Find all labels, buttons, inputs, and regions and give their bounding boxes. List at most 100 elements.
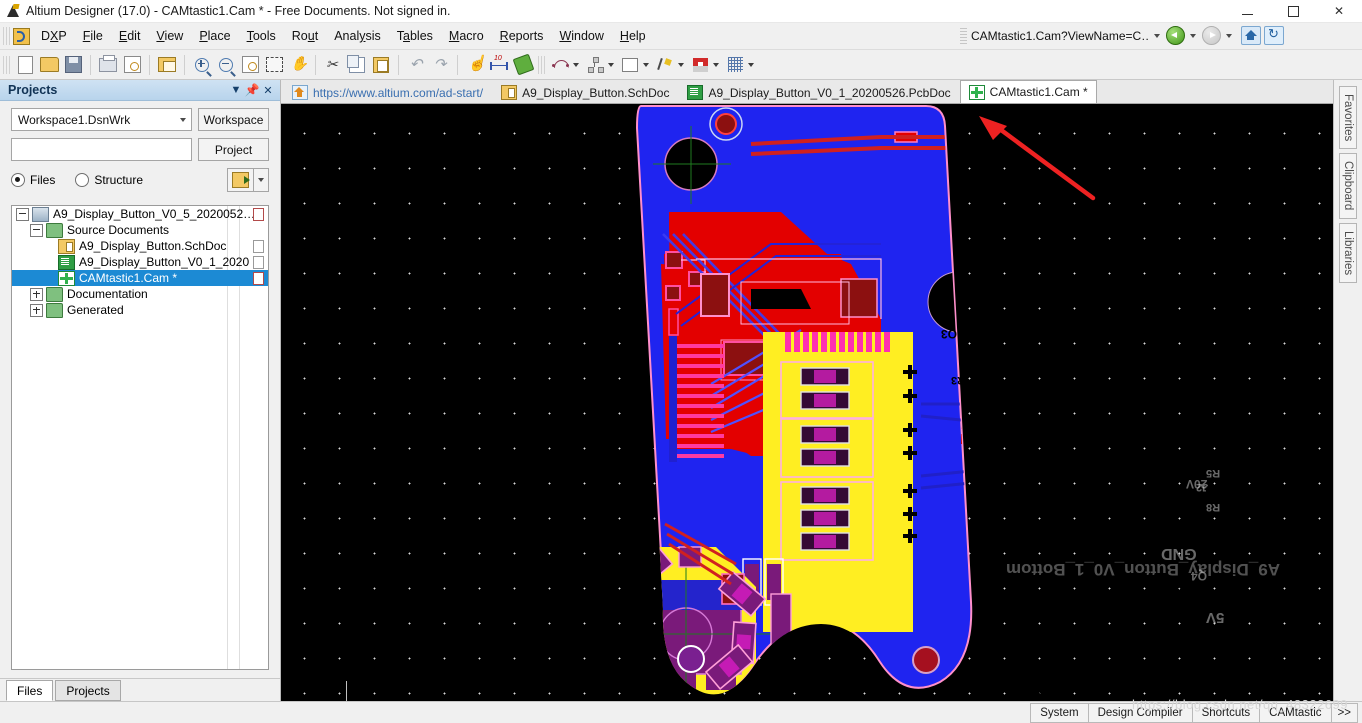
toolbar-drag-grip[interactable] [3, 55, 11, 74]
menu-drag-grip[interactable] [3, 27, 11, 45]
tree-item[interactable]: A9_Display_Button_V0_1_2020 [12, 254, 268, 270]
tree-expander-plus-icon[interactable] [30, 287, 43, 301]
menu-item-view[interactable]: View [148, 26, 191, 46]
menu-item-tools[interactable]: Tools [239, 26, 284, 46]
menu-item-edit[interactable]: Edit [111, 26, 149, 46]
menu-item-analysis[interactable]: Analysis [326, 26, 389, 46]
tile-windows-button[interactable] [155, 53, 179, 76]
document-tab[interactable]: CAMtastic1.Cam * [959, 80, 1097, 103]
drill-tool-button[interactable] [653, 53, 677, 76]
copy-button[interactable] [345, 53, 369, 76]
grid-button[interactable] [723, 53, 747, 76]
menu-item-macro[interactable]: Macro [441, 26, 492, 46]
navigate-forward-button[interactable] [1202, 26, 1221, 45]
menu-item-reports[interactable]: Reports [492, 26, 552, 46]
panel-pin-icon[interactable]: 📌 [244, 82, 260, 98]
menu-item-dxp[interactable]: DXP [33, 26, 75, 46]
tree-item[interactable]: Documentation [12, 286, 268, 302]
place-rectangle-button[interactable] [618, 53, 642, 76]
toolbar-drag-grip-2[interactable] [538, 55, 546, 74]
menu-item-tables[interactable]: Tables [389, 26, 441, 46]
menu-item-file[interactable]: File [75, 26, 111, 46]
menu-item-place[interactable]: Place [191, 26, 238, 46]
workspace-combo[interactable]: Workspace1.DsnWrk [11, 108, 192, 131]
status-button-camtastic[interactable]: CAMtastic [1259, 702, 1331, 723]
place-node-dropdown-icon[interactable] [608, 62, 614, 67]
netlist-pad-dropdown-icon[interactable] [713, 62, 719, 67]
hand-pan-button[interactable] [286, 53, 310, 76]
navigate-back-button[interactable] [1166, 26, 1185, 45]
refresh-button[interactable] [1264, 26, 1284, 45]
tree-item[interactable]: Source Documents [12, 222, 268, 238]
panel-tab-files[interactable]: Files [6, 680, 54, 701]
redo-button[interactable]: ↷ [428, 53, 452, 76]
netlist-pad-button[interactable] [688, 53, 712, 76]
zoom-fit-button[interactable] [238, 53, 262, 76]
panel-dropdown-button[interactable]: ▼ [228, 82, 244, 98]
save-button[interactable] [61, 53, 85, 76]
tree-expander-minus-icon[interactable] [30, 223, 43, 237]
measure-ruler-button[interactable] [487, 53, 511, 76]
cam-canvas-container[interactable]: P2 R32 5V J1 Q3 R3 J3 D1 D4 D6 D8 D10 D12 D29 R1 R4 R6 R8… [281, 104, 1333, 701]
panel-close-button[interactable]: ✕ [260, 82, 276, 98]
minimize-button[interactable] [1224, 0, 1270, 22]
project-button[interactable]: Project [198, 138, 269, 161]
drill-tool-dropdown-icon[interactable] [678, 62, 684, 67]
address-dropdown-icon[interactable] [1154, 33, 1160, 38]
tree-expander-plus-icon[interactable] [30, 303, 43, 317]
status-button-system[interactable]: System [1030, 702, 1088, 723]
dock-tab-favorites[interactable]: Favorites [1339, 86, 1357, 150]
tree-item[interactable]: A9_Display_Button.SchDoc [12, 238, 268, 254]
place-arc-button[interactable] [548, 53, 572, 76]
address-drag-grip[interactable] [960, 27, 967, 44]
project-input[interactable] [11, 138, 192, 161]
pointer-select-button[interactable] [463, 53, 487, 76]
home-button[interactable] [1241, 26, 1261, 45]
document-tab[interactable]: A9_Display_Button_V0_1_20200526.PcbDoc [678, 81, 959, 103]
cut-button[interactable] [321, 53, 345, 76]
document-tab[interactable]: A9_Display_Button.SchDoc [492, 81, 678, 103]
dock-tab-clipboard[interactable]: Clipboard [1339, 153, 1357, 219]
status-more-button[interactable]: >> [1330, 702, 1358, 723]
menu-item-rout[interactable]: Rout [284, 26, 326, 46]
grid-dropdown-icon[interactable] [748, 62, 754, 67]
address-input[interactable]: CAMtastic1.Cam?ViewName=C… [971, 29, 1149, 43]
zoom-out-button[interactable] [214, 53, 238, 76]
open-document-button[interactable] [37, 53, 61, 76]
maximize-button[interactable] [1270, 0, 1316, 22]
status-button-shortcuts[interactable]: Shortcuts [1191, 702, 1260, 723]
back-history-dropdown-icon[interactable] [1190, 33, 1196, 38]
open-project-dropdown[interactable] [254, 168, 269, 192]
print-preview-button[interactable] [120, 53, 144, 76]
zoom-in-button[interactable] [190, 53, 214, 76]
open-project-button[interactable] [227, 168, 254, 192]
status-button-design-compiler[interactable]: Design Compiler [1087, 702, 1192, 723]
tree-item[interactable]: Generated [12, 302, 268, 318]
workspace-button[interactable]: Workspace [198, 108, 269, 131]
dock-tab-libraries[interactable]: Libraries [1339, 222, 1357, 283]
print-button[interactable] [96, 53, 120, 76]
green-layer-button[interactable] [511, 53, 535, 76]
new-document-button[interactable] [13, 53, 37, 76]
tree-item[interactable]: CAMtastic1.Cam * [12, 270, 268, 286]
forward-history-dropdown-icon[interactable] [1226, 33, 1232, 38]
pcb-designator: D8 [1122, 525, 1139, 540]
place-node-button[interactable] [583, 53, 607, 76]
zoom-area-button[interactable] [262, 53, 286, 76]
paste-button[interactable] [369, 53, 393, 76]
menu-item-window[interactable]: Window [551, 26, 611, 46]
menu-item-help[interactable]: Help [612, 26, 654, 46]
panel-tab-projects[interactable]: Projects [55, 680, 121, 701]
document-tab[interactable]: https://www.altium.com/ad-start/ [283, 81, 492, 103]
place-arc-dropdown-icon[interactable] [573, 62, 579, 67]
place-rectangle-dropdown-icon[interactable] [643, 62, 649, 67]
tree-item[interactable]: A9_Display_Button_V0_5_2020052… [12, 206, 268, 222]
project-tree[interactable]: A9_Display_Button_V0_5_2020052… Source Do… [11, 205, 269, 670]
tree-expander-minus-icon[interactable] [16, 207, 29, 221]
menu-bar: DXP File Edit View Place Tools Rout Analysis Ta… [0, 23, 1362, 50]
radio-structure[interactable]: Structure [75, 173, 143, 187]
undo-button[interactable]: ↶ [404, 53, 428, 76]
close-window-button[interactable]: ✕ [1316, 0, 1362, 22]
radio-files[interactable]: Files [11, 173, 55, 187]
toolbar-separator [398, 54, 399, 75]
